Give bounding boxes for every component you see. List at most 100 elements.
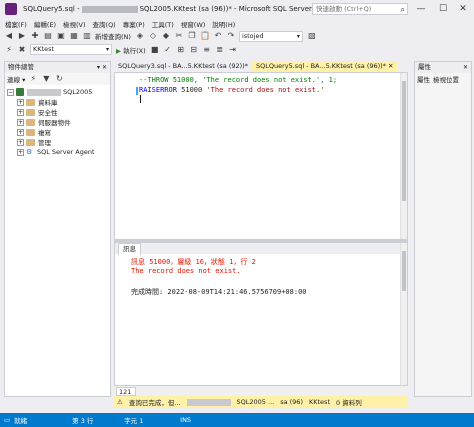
tree-node-security[interactable]: + 安全性	[5, 107, 110, 117]
forward-icon[interactable]: ▶	[17, 31, 27, 41]
new-query-icon: ▥	[83, 31, 91, 40]
redo-icon[interactable]: ↷	[226, 31, 236, 41]
copy-icon[interactable]: ❐	[187, 31, 197, 41]
zoom-combo[interactable]: 121 %	[116, 386, 136, 404]
minimize-button[interactable]: —	[410, 0, 432, 18]
tree-node-server-objects[interactable]: + 伺服器物件	[5, 117, 110, 127]
maximize-button[interactable]: ☐	[432, 0, 454, 18]
panel-close-icon[interactable]: ✕	[463, 62, 468, 73]
dmx-icon[interactable]: ◆	[161, 31, 171, 41]
mdx-icon[interactable]: ◇	[148, 31, 158, 41]
chevron-down-icon: ▾	[296, 32, 300, 40]
tab-sqlquery3[interactable]: SQLQuery3.sql - BA...5.KKtest (sa (92))*	[114, 61, 252, 72]
parse-icon[interactable]: ✓	[163, 45, 173, 55]
properties-panel: 屬性 ✕ 屬性 檢視位置	[414, 61, 472, 397]
menu-file[interactable]: 檔案(F)	[5, 19, 27, 29]
menu-tools[interactable]: 工具(T)	[152, 19, 174, 29]
collapse-icon[interactable]: −	[7, 88, 14, 96]
text-cursor	[140, 95, 141, 103]
tab-sqlquery5[interactable]: SQLQuery5.sql - BA...5.KKtest (sa (96))*…	[251, 61, 398, 72]
status-bar: ▭ 就緒 第 3 行 字元 1 INS	[0, 413, 474, 427]
sql-editor-toolbar: ⚡ ✖ KKtest ▾ ▶ 執行(X) ■ ✓ ⊞ ⊟ ≡ ≣ ⇥	[0, 43, 474, 56]
results-grid-icon[interactable]: ⊟	[189, 45, 199, 55]
db-query-icon[interactable]: ◈	[135, 31, 145, 41]
expand-icon[interactable]: +	[17, 138, 24, 146]
database-combo[interactable]: KKtest ▾	[30, 44, 112, 55]
status-icon: ▭	[4, 416, 11, 424]
status-ready: 就緒	[14, 417, 28, 425]
expand-icon[interactable]: +	[17, 108, 24, 116]
redacted-region	[81, 5, 138, 13]
query-status-login: sa (96)	[280, 398, 303, 406]
status-line: 第 3 行	[72, 417, 94, 425]
panel-close-icon[interactable]: ▾ ✕	[97, 62, 107, 73]
window-title: SQLQuery5.sql - SQL2005.KKtest (sa (96))*…	[23, 5, 323, 13]
menu-query[interactable]: 查詢(Q)	[93, 19, 116, 29]
redacted-region	[27, 88, 61, 96]
new-query-button[interactable]: 新增查詢(N)	[95, 31, 131, 41]
menu-project[interactable]: 專案(P)	[123, 19, 145, 29]
search-icon: ⌕	[400, 5, 405, 14]
save-all-icon[interactable]: ▦	[69, 31, 79, 41]
panel-header: 屬性 ✕	[415, 62, 471, 73]
results-scrollbar[interactable]	[400, 243, 407, 385]
connect-dropdown[interactable]: 連線 ▾	[7, 74, 25, 84]
paste-icon[interactable]: 📋	[200, 31, 210, 41]
open-icon[interactable]: ▤	[43, 31, 53, 41]
refresh-icon[interactable]: ↻	[54, 74, 64, 84]
document-tabstrip: SQLQuery3.sql - BA...5.KKtest (sa (92))*…	[114, 61, 414, 72]
back-icon[interactable]: ◀	[4, 31, 14, 41]
tree-node-databases[interactable]: + 資料庫	[5, 97, 110, 107]
tree-node-sql-agent[interactable]: + ⚙ SQL Server Agent	[5, 147, 110, 157]
scrollbar-thumb[interactable]	[402, 81, 406, 201]
expand-icon[interactable]: +	[17, 128, 24, 136]
query-editor[interactable]: --THROW 51000, 'The record does not exis…	[114, 72, 408, 240]
search-combo[interactable]: istojed ▾	[238, 30, 303, 42]
tree-node-server[interactable]: − SQL2005	[5, 87, 110, 97]
quick-launch-input[interactable]: 快速啟動 (Ctrl+Q) ⌕	[312, 3, 408, 15]
properties-tab[interactable]: 屬性	[417, 74, 430, 84]
execute-button[interactable]: ▶ 執行(X)	[116, 45, 146, 55]
new-item-icon[interactable]: ✚	[30, 31, 40, 41]
solution-explorer-icon[interactable]: ▧	[307, 31, 317, 41]
editor-scrollbar[interactable]	[400, 73, 407, 239]
menu-edit[interactable]: 編輯(E)	[34, 19, 56, 29]
cut-icon[interactable]: ✂	[174, 31, 184, 41]
tree-node-replication[interactable]: + 複寫	[5, 127, 110, 137]
menu-window[interactable]: 視窗(W)	[181, 19, 206, 29]
close-button[interactable]: ✕	[452, 0, 474, 18]
menu-view[interactable]: 檢視(V)	[63, 19, 86, 29]
code-line-2: RAISERROR 51000 'The record does not exi…	[139, 86, 325, 94]
comment-icon[interactable]: ≡	[202, 45, 212, 55]
uncomment-icon[interactable]: ≣	[215, 45, 225, 55]
tree-node-management[interactable]: + 管理	[5, 137, 110, 147]
tab-messages[interactable]: 訊息	[118, 242, 141, 255]
query-status-rows: 0 資料列	[336, 399, 362, 407]
status-col: 字元 1	[124, 417, 144, 425]
folder-icon	[26, 98, 35, 106]
message-line-3: 完成時間: 2022-08-09T14:21:46.5756709+08:00	[131, 288, 307, 296]
expand-icon[interactable]: +	[17, 148, 24, 156]
connect-icon[interactable]: ⚡	[4, 45, 14, 55]
stop-icon[interactable]: ■	[150, 45, 160, 55]
redacted-region	[186, 398, 231, 406]
query-status-bar: ⚠ 查詢已完成，但... SQL2005 ... sa (96) KKtest …	[114, 396, 408, 408]
undo-icon[interactable]: ↶	[213, 31, 223, 41]
save-icon[interactable]: ▣	[56, 31, 66, 41]
expand-icon[interactable]: +	[17, 98, 24, 106]
query-status-db: KKtest	[308, 398, 330, 406]
scrollbar-thumb[interactable]	[402, 251, 406, 291]
connect-icon[interactable]: ⚡	[28, 74, 38, 84]
disconnect-icon[interactable]: ✖	[17, 45, 27, 55]
filter-icon[interactable]: ▼	[41, 74, 51, 84]
query-status-server: SQL2005 ...	[236, 398, 275, 406]
status-ins: INS	[180, 416, 192, 424]
menu-help[interactable]: 說明(H)	[212, 19, 235, 29]
plan-icon[interactable]: ⊞	[176, 45, 186, 55]
indent-icon[interactable]: ⇥	[228, 45, 238, 55]
warning-icon: ⚠	[117, 398, 123, 406]
expand-icon[interactable]: +	[17, 118, 24, 126]
change-marker	[136, 87, 138, 95]
view-position-tab[interactable]: 檢視位置	[433, 74, 459, 84]
folder-icon	[26, 128, 35, 136]
